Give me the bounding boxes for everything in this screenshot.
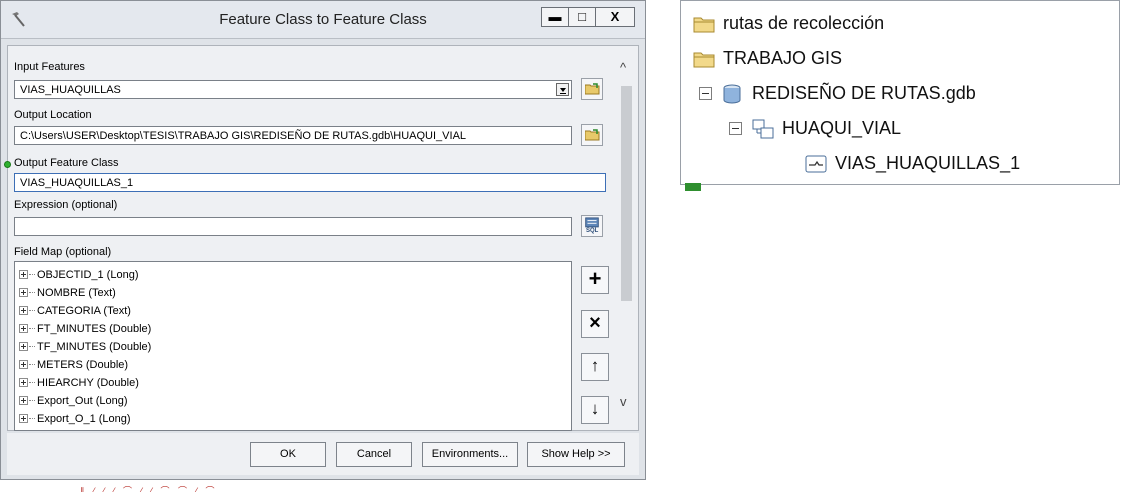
- list-item[interactable]: FT_MINUTES (Double): [19, 320, 151, 337]
- expression-label: Expression (optional): [14, 199, 118, 211]
- scrollbar-thumb[interactable]: [621, 86, 632, 301]
- expand-icon[interactable]: [19, 288, 28, 297]
- list-item[interactable]: CATEGORIA (Text): [19, 302, 131, 319]
- title-bar[interactable]: Feature Class to Feature Class ▬ □ X: [1, 1, 645, 39]
- tree-item-label: rutas de recolección: [723, 13, 885, 33]
- list-item[interactable]: TF_MINUTES (Double): [19, 338, 151, 355]
- partially-visible-item-icon: [685, 183, 701, 191]
- maximize-icon: □: [578, 9, 586, 24]
- sql-label: SQL: [586, 228, 599, 234]
- cancel-button[interactable]: Cancel: [336, 442, 412, 467]
- open-folder-icon: [585, 83, 600, 95]
- field-name: Export_Out (Long): [37, 394, 128, 407]
- list-item[interactable]: METERS (Double): [19, 356, 128, 373]
- arrow-up-icon: ↑: [590, 356, 600, 375]
- feature-dataset-icon: [752, 119, 774, 138]
- list-item[interactable]: Export_O_1 (Long): [19, 410, 131, 427]
- expand-icon[interactable]: [19, 396, 28, 405]
- output-feature-class-label: Output Feature Class: [14, 157, 119, 169]
- plus-icon: +: [588, 266, 602, 291]
- open-folder-icon: [585, 129, 600, 141]
- add-field-button[interactable]: +: [581, 266, 609, 294]
- folder-icon: [693, 52, 715, 67]
- collapse-icon[interactable]: [699, 87, 712, 100]
- scroll-down-icon[interactable]: v: [620, 394, 627, 409]
- move-up-button[interactable]: ↑: [581, 353, 609, 381]
- field-name: TF_MINUTES (Double): [37, 340, 152, 353]
- tree-item-label: REDISEÑO DE RUTAS.gdb: [752, 83, 976, 103]
- field-name: FT_MINUTES (Double): [37, 322, 152, 335]
- field-name: METERS (Double): [37, 358, 129, 371]
- list-item[interactable]: NOMBRE (Text): [19, 284, 116, 301]
- minimize-icon: ▬: [548, 9, 562, 24]
- field-name: CATEGORIA (Text): [37, 304, 131, 317]
- tree-item-geodatabase[interactable]: REDISEÑO DE RUTAS.gdb: [699, 83, 976, 104]
- environments-button[interactable]: Environments...: [422, 442, 518, 467]
- geodatabase-icon: [723, 84, 741, 103]
- remove-field-button[interactable]: ×: [581, 310, 609, 338]
- expand-icon[interactable]: [19, 306, 28, 315]
- list-item[interactable]: OBJECTID_1 (Long): [19, 266, 138, 283]
- expand-icon[interactable]: [19, 342, 28, 351]
- field-map-label: Field Map (optional): [14, 246, 112, 258]
- output-location-value: C:\Users\USER\Desktop\TESIS\TRABAJO GIS\…: [20, 130, 467, 142]
- tree-item-label: TRABAJO GIS: [723, 48, 843, 68]
- expand-icon[interactable]: [19, 270, 28, 279]
- maximize-button[interactable]: □: [568, 7, 596, 27]
- expand-icon[interactable]: [19, 360, 28, 369]
- minimize-button[interactable]: ▬: [541, 7, 569, 27]
- output-location-label: Output Location: [14, 109, 92, 121]
- field-name: NOMBRE (Text): [37, 286, 116, 299]
- close-button[interactable]: X: [595, 7, 635, 27]
- show-help-button[interactable]: Show Help >>: [527, 442, 625, 467]
- expand-icon[interactable]: [19, 378, 28, 387]
- field-name: Export_O_1 (Long): [37, 412, 131, 425]
- folder-icon: [693, 17, 715, 32]
- list-item[interactable]: HIEARCHY (Double): [19, 374, 139, 391]
- tree-item-rutas[interactable]: rutas de recolección: [693, 13, 884, 34]
- collapse-icon[interactable]: [729, 122, 742, 135]
- input-features-value: VIAS_HUAQUILLAS: [20, 84, 121, 96]
- parameters-panel: Input Features VIAS_HUAQUILLAS Output Lo…: [4, 45, 639, 431]
- feature-class-to-feature-class-dialog: Feature Class to Feature Class ▬ □ X Inp…: [0, 0, 646, 480]
- tree-item-label: HUAQUI_VIAL: [782, 118, 902, 138]
- tree-item-trabajo-gis[interactable]: TRABAJO GIS: [693, 48, 842, 69]
- field-name: OBJECTID_1 (Long): [37, 268, 139, 281]
- move-down-button[interactable]: ↓: [581, 396, 609, 424]
- output-feature-class-input[interactable]: VIAS_HUAQUILLAS_1: [14, 173, 606, 192]
- tree-item-label: VIAS_HUAQUILLAS_1: [835, 153, 1021, 173]
- expand-icon[interactable]: [19, 414, 28, 423]
- field-name: HIEARCHY (Double): [37, 376, 139, 389]
- scroll-up-icon[interactable]: ^: [620, 60, 626, 75]
- ok-button[interactable]: OK: [250, 442, 326, 467]
- arrow-down-icon: ↓: [590, 399, 600, 418]
- output-feature-class-value: VIAS_HUAQUILLAS_1: [20, 177, 134, 189]
- input-features-label: Input Features: [14, 61, 85, 73]
- background-fragment: ∥ ⁄ ⁄ ⁄ ⌒ ⁄ ⁄ ⌒ ⌒ ⁄ ⌒: [80, 486, 218, 492]
- required-parameter-icon: [4, 161, 11, 168]
- tree-item-feature-dataset[interactable]: HUAQUI_VIAL: [729, 118, 901, 139]
- output-location-input[interactable]: C:\Users\USER\Desktop\TESIS\TRABAJO GIS\…: [14, 126, 572, 145]
- tree-item-feature-class[interactable]: VIAS_HUAQUILLAS_1: [805, 153, 1020, 174]
- delete-icon: ×: [589, 312, 601, 334]
- sql-query-button[interactable]: SQL: [581, 215, 603, 237]
- list-item[interactable]: Export_Out (Long): [19, 392, 128, 409]
- dropdown-arrow-icon[interactable]: [556, 83, 569, 96]
- expand-icon[interactable]: [19, 324, 28, 333]
- browse-input-button[interactable]: [581, 78, 603, 100]
- input-features-dropdown[interactable]: VIAS_HUAQUILLAS: [14, 80, 572, 99]
- catalog-tree: rutas de recolección TRABAJO GIS REDISEÑ…: [680, 0, 1120, 185]
- browse-output-location-button[interactable]: [581, 124, 603, 146]
- expression-input[interactable]: [14, 217, 572, 236]
- close-icon: X: [610, 9, 620, 24]
- field-map-list[interactable]: OBJECTID_1 (Long) NOMBRE (Text) CATEGORI…: [14, 261, 572, 431]
- dialog-footer: OK Cancel Environments... Show Help >>: [7, 433, 639, 475]
- line-feature-class-icon: [805, 155, 827, 172]
